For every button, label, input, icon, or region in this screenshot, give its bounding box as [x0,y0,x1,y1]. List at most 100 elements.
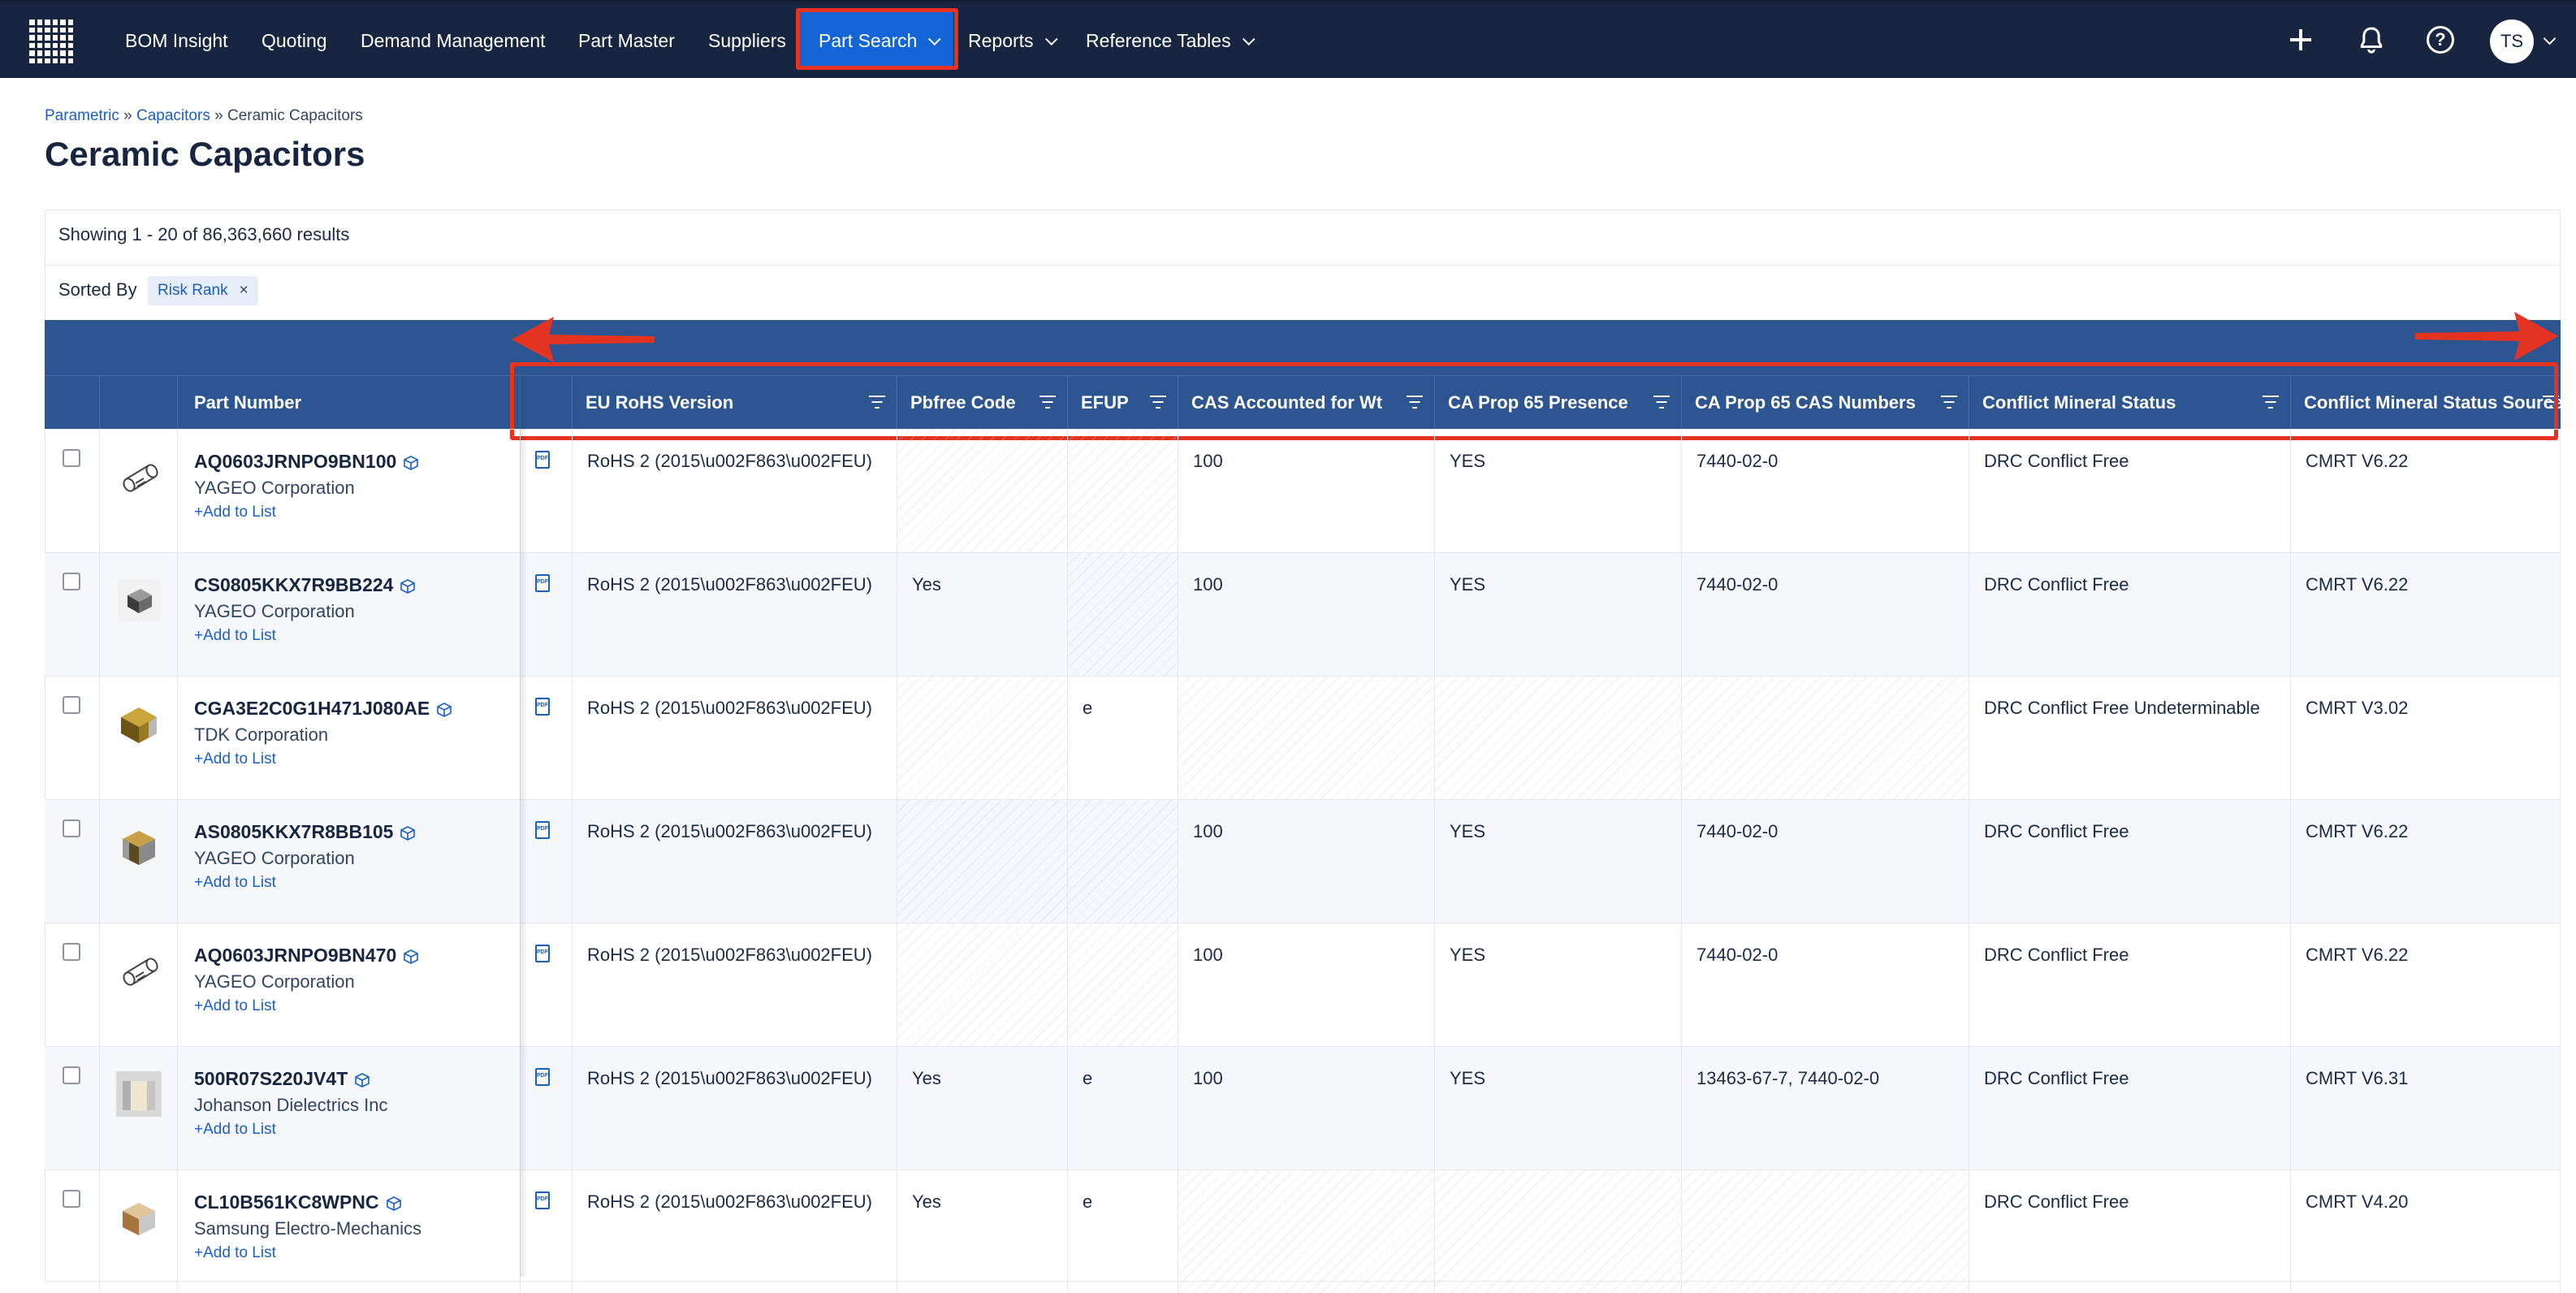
help-glyph: ? [2435,29,2446,50]
3d-model-icon[interactable] [354,1072,370,1088]
add-to-list-link[interactable]: +Add to List [194,504,520,521]
cell-part-number: AS0805KKX7R8BB105 YAGEO Corporation +Add t… [178,800,521,923]
row-checkbox[interactable] [63,696,80,714]
nav-item-reference-tables[interactable]: Reference Tables [1086,2,1256,80]
row-checkbox[interactable] [63,819,80,837]
cell-ca-prop-65-cas-numbers: 13463-67-7, 7440-02-0 [1682,1047,1969,1170]
row-checkbox[interactable] [63,1190,80,1208]
add-to-list-link[interactable]: +Add to List [194,1121,520,1139]
row-checkbox[interactable] [63,573,80,590]
table-row[interactable]: CGA3E2C0G1H471J080AE TDK Corporation +Add … [45,676,2561,799]
add-to-list-link[interactable]: +Add to List [194,627,520,645]
table-row[interactable]: AS0805KKX7R8BB105 YAGEO Corporation +Add t… [45,799,2561,923]
part-number-link[interactable]: AS0805KKX7R8BB105 [194,821,393,842]
cell-select [45,1170,100,1293]
pdf-icon[interactable] [535,1191,550,1209]
nav-item-bom-insight[interactable]: BOM Insight [125,2,228,80]
cell-cas-accounted-for-wt: 100 [1178,1047,1435,1170]
header-part-number[interactable]: Part Number [178,376,521,430]
grid-logo-icon[interactable] [29,19,73,63]
pdf-icon[interactable] [535,574,550,592]
3d-model-icon[interactable] [400,578,416,595]
cell-image [100,1170,178,1293]
3d-model-icon[interactable] [403,949,419,965]
add-to-list-link[interactable]: +Add to List [194,750,520,768]
table-row[interactable]: 500R07S220JV4T Johanson Dielectrics Inc +A… [45,1046,2561,1170]
3d-model-icon[interactable] [386,1196,402,1212]
part-thumbnail[interactable] [116,948,162,993]
3d-model-icon[interactable] [400,825,416,841]
cell-eu-rohs-version: RoHS 2 (2015\u002F863\u002FEU) [573,553,897,676]
cell-image [100,430,178,552]
close-icon[interactable]: × [240,282,249,299]
cell-cas-accounted-for-wt: 100 [1178,923,1435,1046]
pdf-icon[interactable] [535,821,550,839]
part-number-link[interactable]: CGA3E2C0G1H471J080AE [194,698,430,719]
nav-item-demand-management[interactable]: Demand Management [361,2,546,80]
part-number-link[interactable]: AQ0603JRNPO9BN100 [194,451,396,472]
table-row[interactable]: AQ0603JRNPO9BN100 YAGEO Corporation +Add t… [45,429,2561,552]
cell-efup: e [1068,677,1178,799]
nav-item-part-master[interactable]: Part Master [578,2,675,80]
part-thumbnail[interactable] [116,454,162,499]
sort-chip[interactable]: Risk Rank × [148,276,258,305]
cell-ca-prop-65-cas-numbers: 7440-02-0 [1682,800,1969,923]
breadcrumb: Parametric » Capacitors » Ceramic Capaci… [45,107,363,125]
breadcrumb-capacitors[interactable]: Capacitors [136,107,210,124]
manufacturer-name: Johanson Dielectrics Inc [194,1095,388,1115]
3d-model-icon[interactable] [403,455,419,471]
part-number-link[interactable]: AQ0603JRNPO9BN470 [194,945,396,966]
part-thumbnail[interactable] [116,577,162,623]
row-checkbox[interactable] [63,449,80,467]
cell-ca-prop-65-presence: YES [1435,1047,1682,1170]
pdf-icon[interactable] [535,1068,550,1086]
row-checkbox[interactable] [63,943,80,961]
help-icon[interactable]: ? [2427,26,2454,54]
nav-item-suppliers[interactable]: Suppliers [708,2,786,80]
cell-datasheet [521,553,573,676]
part-thumbnail[interactable] [116,1071,162,1117]
cell-efup [1068,800,1178,923]
nav-item-quoting[interactable]: Quoting [261,2,327,80]
row-checkbox[interactable] [63,1066,80,1084]
manufacturer-name: Samsung Electro-Mechanics [194,1218,422,1239]
pdf-icon[interactable] [535,451,550,469]
pdf-icon[interactable] [535,698,550,716]
part-number-link[interactable]: CL10B561KC8WPNC [194,1191,379,1213]
cell-eu-rohs-version: RoHS 2 (2015\u002F863\u002FEU) [573,677,897,799]
add-to-list-link[interactable]: +Add to List [194,874,520,892]
table-row[interactable]: CS0805KKX7R9BB224 YAGEO Corporation +Add t… [45,552,2561,676]
breadcrumb-parametric[interactable]: Parametric [45,107,119,124]
table-row[interactable]: CL10B561KC8WPNC Samsung Electro-Mechanics… [45,1170,2561,1293]
cell-datasheet [521,1170,573,1293]
chevron-down-icon [1242,32,1256,46]
cell-conflict-mineral-status: DRC Conflict Free [1969,553,2291,676]
cell-image [100,553,178,676]
sorted-by-label: Sorted By [58,279,137,300]
part-number-link[interactable]: CS0805KKX7R9BB224 [194,574,393,595]
cell-conflict-mineral-status-source: CMRT V6.22 [2291,923,2561,1046]
cell-select [45,1047,100,1170]
cell-ca-prop-65-cas-numbers [1682,677,1969,799]
chevron-down-icon[interactable] [2543,32,2557,45]
part-thumbnail[interactable] [116,701,162,746]
header-label: Part Number [194,392,302,413]
cell-pbfree-code: Yes [897,1047,1068,1170]
cell-part-number: 500R07S220JV4T Johanson Dielectrics Inc +A… [178,1047,521,1170]
chevron-down-icon [1044,32,1058,46]
3d-model-icon[interactable] [436,702,452,718]
cell-conflict-mineral-status: DRC Conflict Free [1969,1047,2291,1170]
cell-eu-rohs-version: RoHS 2 (2015\u002F863\u002FEU) [573,430,897,552]
bell-icon[interactable] [2355,24,2388,57]
add-to-list-link[interactable]: +Add to List [194,997,520,1015]
table-row[interactable]: AQ0603JRNPO9BN470 YAGEO Corporation +Add t… [45,923,2561,1046]
nav-item-reports[interactable]: Reports [968,2,1058,80]
pdf-icon[interactable] [535,945,550,962]
part-number-link[interactable]: 500R07S220JV4T [194,1068,348,1089]
plus-icon[interactable] [2287,26,2315,54]
add-to-list-link[interactable]: +Add to List [194,1244,520,1262]
avatar[interactable]: TS [2490,19,2534,63]
manufacturer-name: YAGEO Corporation [194,478,355,498]
part-thumbnail[interactable] [116,1195,162,1240]
part-thumbnail[interactable] [116,824,162,870]
